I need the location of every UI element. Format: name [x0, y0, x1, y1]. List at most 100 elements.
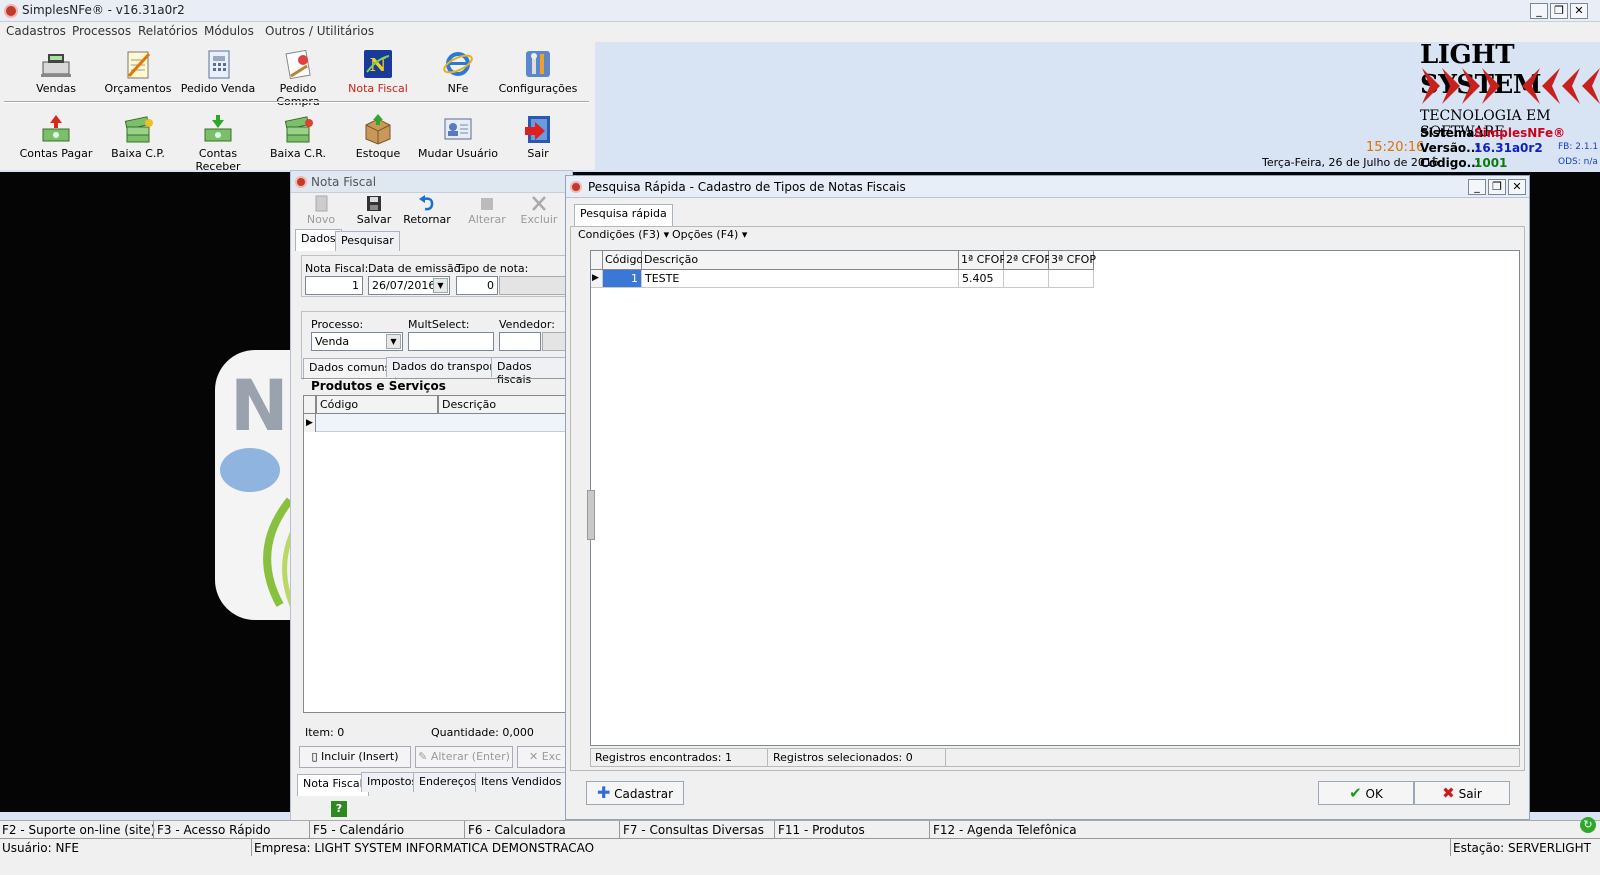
excluir-button[interactable]: Excluir — [513, 195, 565, 226]
cell-cfop1[interactable]: 5.405 — [959, 270, 1004, 288]
tipo-nota-label: Tipo de nota: — [456, 262, 529, 275]
menu-modulos[interactable]: Módulos — [204, 24, 254, 38]
nota-fiscal-window: Nota Fiscal Novo Salvar Retornar Alterar… — [290, 170, 574, 834]
cadastrar-button[interactable]: ✚ Cadastrar — [586, 781, 684, 805]
alterar-item-button[interactable]: ✎ Alterar (Enter) — [415, 746, 513, 768]
restore-button[interactable]: ❐ — [1550, 3, 1568, 19]
fkey-f5-calendario[interactable]: F5 - Calendário — [313, 823, 404, 837]
notepad-pencil-icon — [127, 51, 151, 79]
condicoes-menu[interactable]: Condições (F3) ▾ — [578, 228, 669, 241]
produtos-grid[interactable]: Código Descrição ▶ — [303, 395, 574, 713]
grid-header-cfop1[interactable]: 1ª CFOP — [959, 251, 1006, 270]
toolbar-contas-pagar-button[interactable]: Contas Pagar — [16, 113, 96, 160]
nota-fiscal-title: Nota Fiscal — [311, 175, 377, 189]
cell-cfop2[interactable] — [1004, 270, 1049, 288]
tab-dados-comuns[interactable]: Dados comuns — [303, 358, 397, 380]
tab-itens-vendidos[interactable]: Itens Vendidos — [475, 772, 568, 792]
tab-pesquisa-rapida[interactable]: Pesquisa rápida — [574, 204, 673, 226]
toolbar-sair-button[interactable]: Sair — [498, 113, 578, 160]
pesquisa-minimize-button[interactable]: _ — [1468, 179, 1486, 195]
help-icon[interactable]: ? — [331, 801, 347, 817]
clock-time: 15:20:16 — [1366, 140, 1425, 155]
tab-enderecos[interactable]: Endereços — [413, 772, 483, 792]
salvar-button[interactable]: Salvar — [348, 195, 400, 226]
tipo-nota-field[interactable]: 0 — [456, 276, 498, 295]
svg-text:N: N — [230, 365, 289, 447]
table-row[interactable] — [316, 414, 574, 432]
vendedor-field[interactable] — [499, 332, 541, 351]
toolbar-contas-receber-button[interactable]: Contas Receber — [178, 113, 258, 173]
opcoes-menu[interactable]: Opções (F4) ▾ — [672, 228, 747, 241]
fkey-divider — [464, 821, 465, 839]
toolbar-estoque-button[interactable]: Estoque — [338, 113, 418, 160]
fkey-f3-acesso[interactable]: F3 - Acesso Rápido — [157, 823, 270, 837]
box-icon — [365, 114, 391, 145]
chevron-down-icon[interactable]: ▼ — [386, 334, 401, 349]
retornar-button[interactable]: Retornar — [401, 195, 453, 226]
pesquisa-close-button[interactable]: ✕ — [1508, 179, 1526, 195]
versao-label: Versão..: — [1420, 141, 1481, 155]
close-button[interactable]: ✕ — [1570, 3, 1588, 19]
fkey-divider — [774, 821, 775, 839]
money-up-icon — [42, 115, 70, 142]
toolbar-pedido-venda-button[interactable]: Pedido Venda — [178, 48, 258, 95]
toolbar-nota-fiscal-button[interactable]: N Nota Fiscal — [338, 48, 418, 95]
codigo-value: 1001 — [1474, 156, 1508, 170]
tab-nota-fiscal[interactable]: Nota Fiscal — [297, 774, 369, 796]
grid-header-cfop2[interactable]: 2ª CFOP — [1004, 251, 1051, 270]
multselect-field[interactable] — [408, 332, 494, 351]
grid-header-cfop3[interactable]: 3ª CFOP — [1049, 251, 1096, 270]
document-calculator-icon — [208, 50, 230, 79]
fkey-f6-calculadora[interactable]: F6 - Calculadora — [468, 823, 566, 837]
splitter-handle[interactable] — [587, 490, 595, 540]
toolbar-orcamentos-button[interactable]: Orçamentos — [98, 48, 178, 95]
cell-cfop3[interactable] — [1049, 270, 1094, 288]
menu-relatorios[interactable]: Relatórios — [138, 24, 198, 38]
tipo-nota-description — [499, 276, 573, 295]
status-divider — [1450, 839, 1451, 856]
fkey-f12-agenda[interactable]: F12 - Agenda Telefônica — [933, 823, 1077, 837]
pesquisa-maximize-button[interactable]: ❐ — [1488, 179, 1506, 195]
toolbar-pedido-compra-button[interactable]: Pedido Compra — [258, 48, 338, 108]
tab-dados-fiscais[interactable]: Dados fiscais — [491, 357, 572, 386]
toolbar-mudar-usuario-button[interactable]: Mudar Usuário — [418, 113, 498, 160]
incluir-button[interactable]: ▯ Incluir (Insert) — [299, 746, 411, 768]
cell-descricao[interactable]: TESTE — [642, 270, 959, 288]
pesquisa-results-grid[interactable]: Código Descrição 1ª CFOP 2ª CFOP 3ª CFOP… — [590, 250, 1520, 746]
menu-processos[interactable]: Processos — [72, 24, 131, 38]
grid-header-descricao[interactable]: Descrição — [642, 251, 959, 270]
data-emissao-field[interactable]: 26/07/2016 ▼ — [368, 276, 450, 295]
undo-arrow-icon — [419, 195, 434, 211]
minimize-button[interactable]: _ — [1530, 3, 1548, 19]
toolbar-baixa-cr-button[interactable]: Baixa C.R. — [258, 113, 338, 160]
toolbar-configuracoes-button[interactable]: Configurações — [498, 48, 578, 95]
grid-header-codigo[interactable]: Código — [603, 251, 643, 270]
fkey-f7-consultas[interactable]: F7 - Consultas Diversas — [623, 823, 764, 837]
grid-header-descricao[interactable]: Descrição — [438, 396, 574, 414]
toolbar-nfe-button[interactable]: NFe — [418, 48, 498, 95]
document-pen-icon — [285, 49, 311, 80]
new-document-icon: ▯ — [311, 750, 322, 763]
menu-outros-utilitarios[interactable]: Outros / Utilitários — [265, 24, 374, 38]
toolbar-baixa-cp-button[interactable]: Baixa C.P. — [98, 113, 178, 160]
chevron-down-icon[interactable]: ▼ — [433, 278, 448, 293]
grid-header-codigo[interactable]: Código — [316, 396, 438, 414]
current-date: Terça-Feira, 26 de Julho de 2016 — [1262, 156, 1439, 169]
menu-cadastros[interactable]: Cadastros — [6, 24, 66, 38]
toolbar-vendas-button[interactable]: Vendas — [16, 48, 96, 95]
nfe-logo-icon: N — [364, 50, 392, 78]
item-count: Item: 0 — [305, 726, 345, 739]
update-arrow-icon[interactable]: ↻ — [1580, 817, 1596, 833]
fkey-f11-produtos[interactable]: F11 - Produtos — [778, 823, 865, 837]
alterar-button[interactable]: Alterar — [461, 195, 513, 226]
cell-codigo[interactable]: 1 — [603, 270, 642, 288]
novo-button[interactable]: Novo — [295, 195, 347, 226]
nota-fiscal-field[interactable]: 1 — [305, 276, 363, 295]
fkey-divider — [153, 821, 154, 839]
processo-select[interactable]: Venda ▼ — [311, 332, 403, 351]
status-empresa: Empresa: LIGHT SYSTEM INFORMATICA DEMONS… — [254, 841, 595, 855]
fkey-f2-suporte[interactable]: F2 - Suporte on-line (site) — [2, 823, 155, 837]
sair-button[interactable]: ✖ Sair — [1414, 781, 1510, 805]
tab-pesquisar[interactable]: Pesquisar — [335, 231, 400, 251]
ok-button[interactable]: ✔ OK — [1318, 781, 1414, 805]
